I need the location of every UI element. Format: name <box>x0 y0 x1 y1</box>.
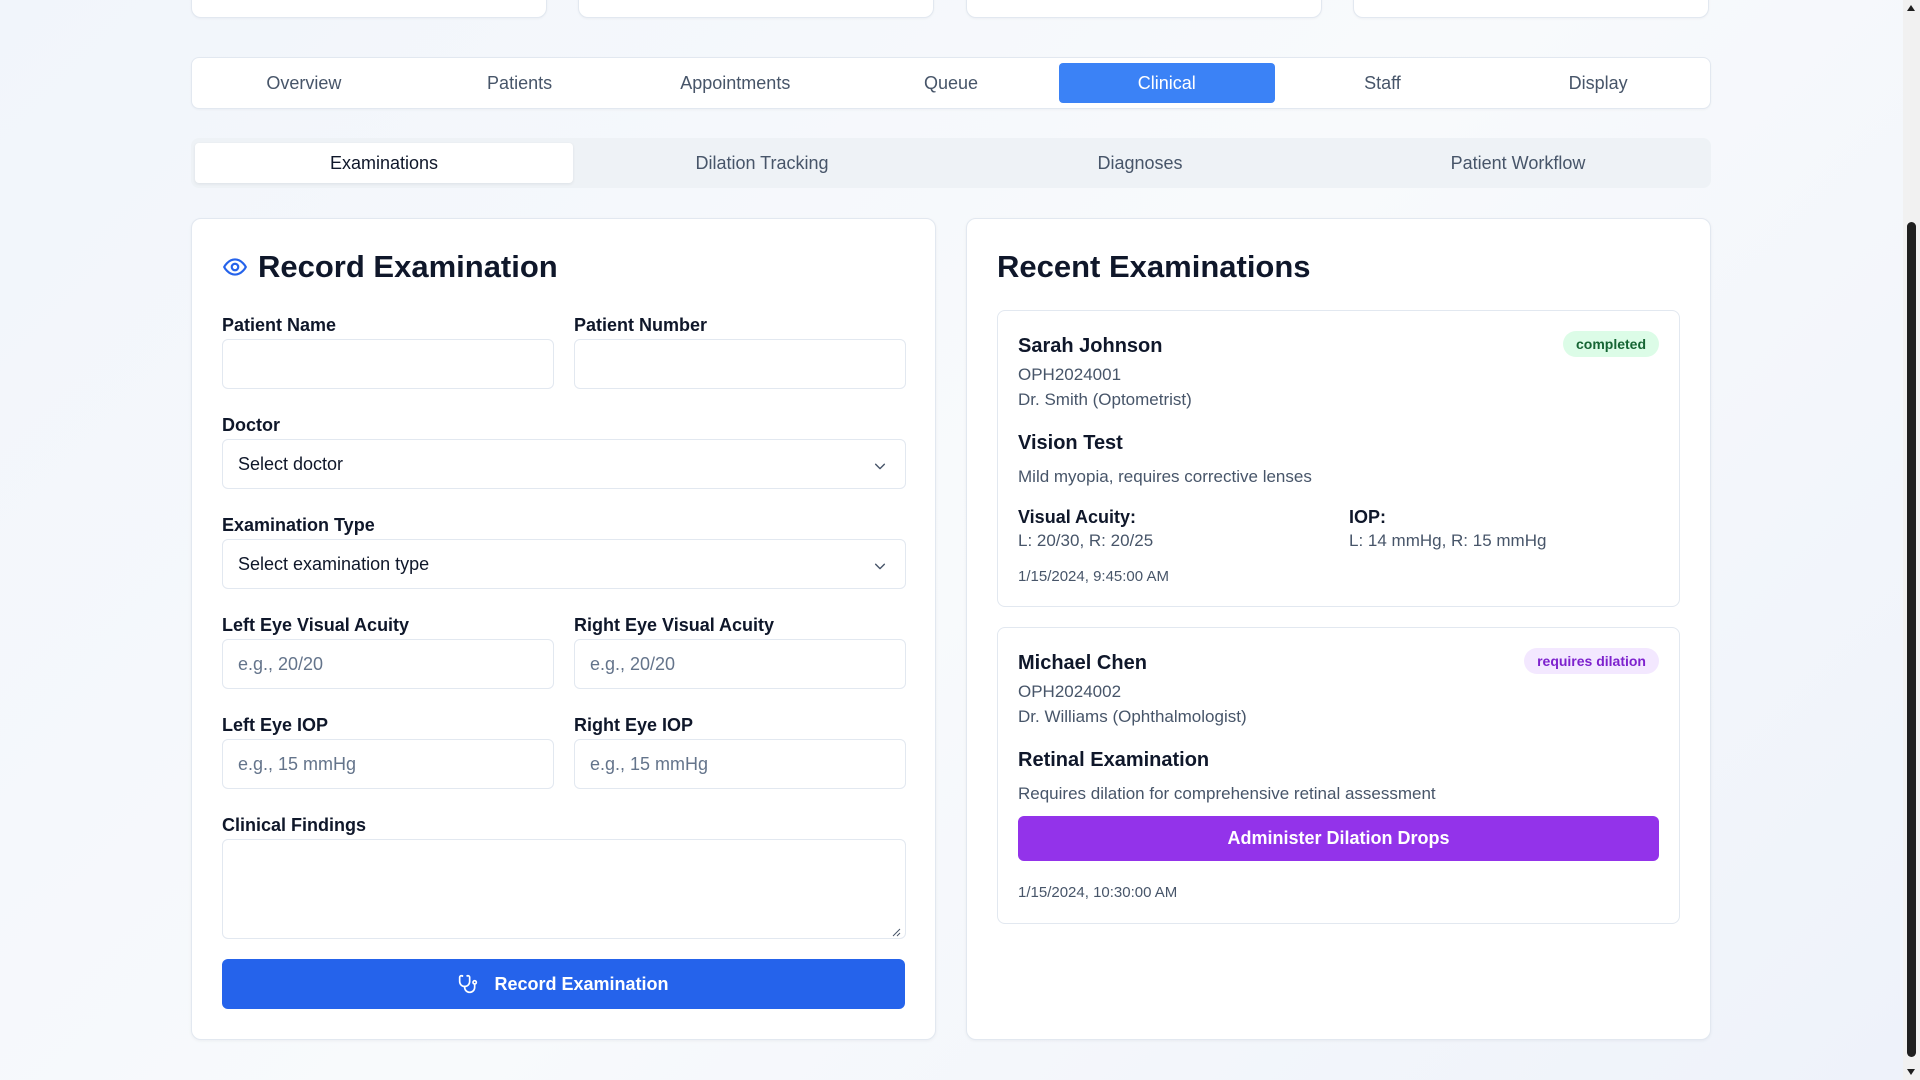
eye-icon <box>222 254 248 280</box>
status-badge: requires dilation <box>1524 648 1659 674</box>
resize-grip-icon[interactable] <box>891 924 901 937</box>
left-iop-input[interactable] <box>222 739 554 789</box>
scrollbar-thumb[interactable] <box>1907 222 1916 1057</box>
chevron-down-icon <box>873 557 887 571</box>
patient-number-label: Patient Number <box>574 315 708 335</box>
clinical-sub-tab-bar: Examinations Dilation Tracking Diagnoses… <box>191 138 1711 188</box>
panel-title-text: Record Examination <box>258 249 558 284</box>
iop-label: IOP: <box>1349 507 1387 527</box>
exam-type: Retinal Examination <box>1018 749 1210 771</box>
clinical-findings-label: Clinical Findings <box>222 815 367 835</box>
visual-acuity-label: Visual Acuity: <box>1018 507 1137 527</box>
patient-number: OPH2024002 <box>1018 682 1122 701</box>
right-iop-input[interactable] <box>574 739 906 789</box>
record-examination-heading: Record Examination <box>222 249 558 285</box>
exam-type: Vision Test <box>1018 432 1123 454</box>
right-va-label: Right Eye Visual Acuity <box>574 615 775 635</box>
left-va-input[interactable] <box>222 639 554 689</box>
tab-clinical[interactable]: Clinical <box>1058 63 1275 103</box>
record-examination-panel: Record Examination Patient Name Patient … <box>191 218 936 1040</box>
exam-timestamp: 1/15/2024, 10:30:00 AM <box>1018 884 1178 901</box>
tab-overview[interactable]: Overview <box>196 63 412 103</box>
tab-appointments[interactable]: Appointments <box>627 63 843 103</box>
summary-card <box>966 0 1322 18</box>
doctor-select-value: Select doctor <box>238 453 344 474</box>
summary-card <box>1353 0 1709 18</box>
summary-card <box>191 0 547 18</box>
patient-name: Michael Chen <box>1018 652 1147 674</box>
patient-name-input[interactable] <box>222 339 554 389</box>
tab-staff[interactable]: Staff <box>1275 63 1491 103</box>
main-tab-bar: Overview Patients Appointments Queue Cli… <box>191 57 1711 109</box>
right-va-input[interactable] <box>574 639 906 689</box>
exam-card: Michael Chen requires dilation OPH202400… <box>997 627 1680 924</box>
status-badge: completed <box>1562 331 1659 357</box>
recent-examinations-heading: Recent Examinations <box>997 249 1311 284</box>
visual-acuity-value: L: 20/30, R: 20/25 <box>1018 531 1154 550</box>
exam-type-label: Examination Type <box>222 515 375 535</box>
patient-name: Sarah Johnson <box>1018 335 1163 357</box>
exam-card: Sarah Johnson completed OPH2024001 Dr. S… <box>997 310 1680 607</box>
recent-examinations-panel: Recent Examinations Sarah Johnson comple… <box>966 218 1711 1040</box>
exam-notes: Mild myopia, requires corrective lenses <box>1018 467 1312 486</box>
doctor-name: Dr. Williams (Ophthalmologist) <box>1018 707 1247 726</box>
subtab-dilation-tracking[interactable]: Dilation Tracking <box>573 143 951 183</box>
page-scrollbar[interactable] <box>1903 0 1920 1080</box>
left-iop-label: Left Eye IOP <box>222 715 329 735</box>
left-va-label: Left Eye Visual Acuity <box>222 615 410 635</box>
doctor-name: Dr. Smith (Optometrist) <box>1018 390 1192 409</box>
doctor-select[interactable]: Select doctor <box>222 439 906 489</box>
administer-dilation-button[interactable]: Administer Dilation Drops <box>1018 816 1659 861</box>
exam-notes: Requires dilation for comprehensive reti… <box>1018 784 1436 803</box>
patient-name-label: Patient Name <box>222 315 337 335</box>
scroll-up-icon[interactable] <box>1907 5 1915 11</box>
subtab-diagnoses[interactable]: Diagnoses <box>951 143 1329 183</box>
exam-type-select-value: Select examination type <box>238 553 430 574</box>
doctor-label: Doctor <box>222 415 280 435</box>
chevron-down-icon <box>873 457 887 471</box>
exam-type-select[interactable]: Select examination type <box>222 539 906 589</box>
record-examination-button[interactable]: Record Examination <box>222 959 905 1009</box>
clinical-findings-textarea[interactable] <box>222 839 906 939</box>
exam-timestamp: 1/15/2024, 9:45:00 AM <box>1018 568 1169 585</box>
scroll-down-icon[interactable] <box>1907 1069 1915 1075</box>
iop-value: L: 14 mmHg, R: 15 mmHg <box>1349 531 1547 550</box>
patient-number-input[interactable] <box>574 339 906 389</box>
stethoscope-icon <box>458 974 478 994</box>
subtab-examinations[interactable]: Examinations <box>195 143 573 183</box>
tab-patients[interactable]: Patients <box>412 63 628 103</box>
summary-cards <box>191 0 1711 18</box>
record-examination-button-label: Record Examination <box>494 973 669 994</box>
tab-queue[interactable]: Queue <box>843 63 1059 103</box>
tab-display[interactable]: Display <box>1490 63 1706 103</box>
patient-number: OPH2024001 <box>1018 365 1122 384</box>
subtab-patient-workflow[interactable]: Patient Workflow <box>1329 143 1707 183</box>
right-iop-label: Right Eye IOP <box>574 715 694 735</box>
summary-card <box>578 0 934 18</box>
